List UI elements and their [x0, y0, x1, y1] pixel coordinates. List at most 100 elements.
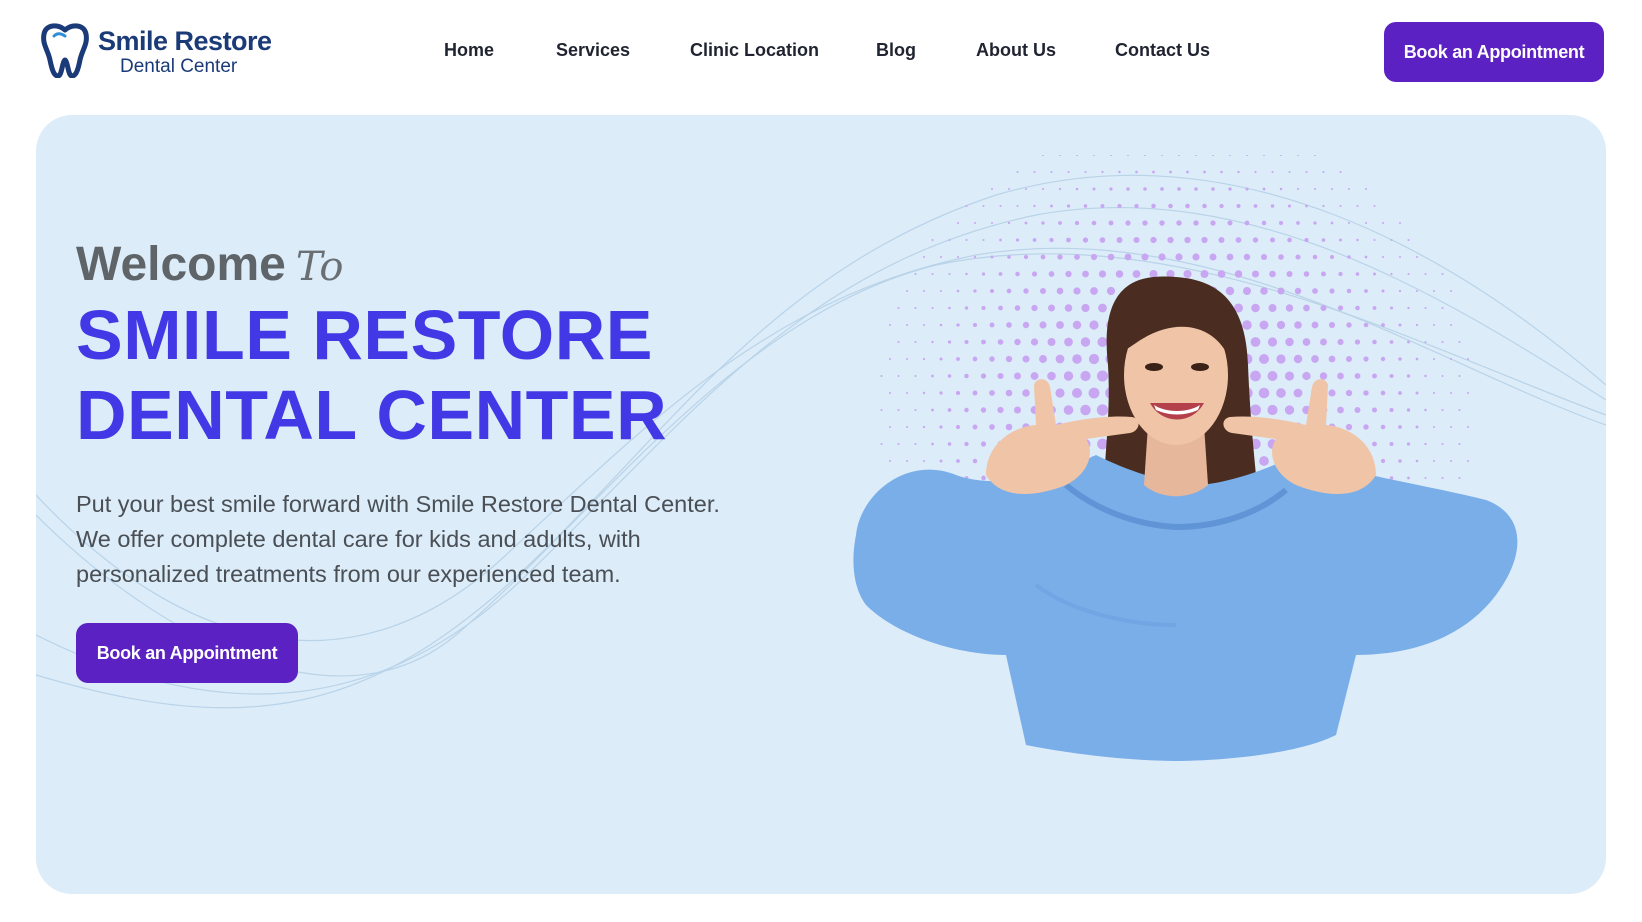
- halftone-dot: [1398, 391, 1402, 395]
- halftone-dot: [1117, 203, 1122, 209]
- halftone-dot: [1243, 253, 1251, 261]
- halftone-dot: [1322, 204, 1325, 208]
- halftone-dot: [1285, 337, 1294, 347]
- welcome-script-text: To: [295, 244, 344, 290]
- halftone-dot: [1314, 155, 1316, 156]
- brand-logo[interactable]: Smile Restore Dental Center: [40, 22, 280, 82]
- halftone-dot: [1089, 320, 1099, 330]
- halftone-dot: [1305, 171, 1308, 173]
- halftone-dot: [897, 375, 900, 377]
- halftone-dot: [1330, 221, 1334, 225]
- halftone-dot: [897, 307, 900, 309]
- halftone-dot: [1390, 272, 1393, 276]
- halftone-dot: [922, 425, 926, 429]
- halftone-dot: [1134, 203, 1139, 209]
- nav-blog[interactable]: Blog: [876, 40, 916, 61]
- halftone-dot: [1031, 271, 1038, 277]
- halftone-dot: [1356, 205, 1359, 207]
- halftone-dot: [989, 322, 995, 328]
- woman-illustration: [853, 276, 1518, 761]
- halftone-dot: [991, 188, 993, 190]
- halftone-dot: [1278, 254, 1284, 260]
- halftone-dot: [1013, 406, 1022, 414]
- halftone-dot: [1407, 340, 1410, 344]
- halftone-dot: [1250, 370, 1261, 382]
- halftone-dot: [1262, 187, 1266, 191]
- halftone-dot: [1415, 323, 1419, 327]
- halftone-dot: [1363, 390, 1369, 396]
- nav-home[interactable]: Home: [444, 40, 494, 61]
- halftone-dot: [1254, 170, 1257, 174]
- halftone-dot: [1042, 155, 1044, 156]
- nav-clinic-location[interactable]: Clinic Location: [690, 40, 819, 61]
- halftone-dot: [1101, 170, 1104, 174]
- halftone-dot: [1398, 459, 1402, 463]
- halftone-dot: [1006, 288, 1012, 294]
- halftone-dot: [1088, 387, 1100, 399]
- halftone-dot: [931, 340, 934, 344]
- halftone-dot: [1083, 204, 1088, 208]
- halftone-dot: [1398, 425, 1402, 429]
- halftone-dot: [1415, 459, 1419, 463]
- halftone-dot: [1407, 476, 1410, 480]
- halftone-dot: [1006, 322, 1012, 328]
- halftone-dot: [1337, 372, 1344, 380]
- halftone-dot: [964, 339, 969, 345]
- halftone-dot: [1328, 389, 1336, 397]
- halftone-dot: [1276, 320, 1286, 330]
- halftone-dot: [1271, 171, 1274, 173]
- halftone-dot: [1253, 204, 1258, 208]
- halftone-dot: [1007, 221, 1011, 225]
- halftone-dot: [947, 408, 952, 412]
- halftone-dot: [1320, 338, 1327, 346]
- halftone-dot: [1467, 426, 1469, 428]
- halftone-dot: [914, 409, 917, 411]
- halftone-dot: [1048, 271, 1055, 277]
- halftone-dot: [940, 290, 942, 292]
- halftone-dot: [1049, 237, 1054, 243]
- halftone-dot: [1441, 307, 1444, 309]
- halftone-dot: [980, 407, 987, 413]
- halftone-dot: [1118, 170, 1121, 174]
- hero-title-line-2: DENTAL CENTER: [76, 376, 668, 454]
- halftone-dot: [998, 305, 1003, 311]
- halftone-dot: [1441, 443, 1444, 445]
- halftone-dot: [897, 409, 900, 411]
- halftone-dot: [955, 424, 961, 430]
- halftone-dot: [1432, 425, 1436, 429]
- halftone-dot: [1330, 255, 1334, 259]
- halftone-dot: [991, 222, 993, 224]
- halftone-dot: [1212, 155, 1214, 156]
- halftone-dot: [1424, 340, 1427, 344]
- halftone-dot: [1220, 170, 1223, 174]
- halftone-dot: [1126, 187, 1130, 191]
- nav-about-us[interactable]: About Us: [976, 40, 1056, 61]
- halftone-dot: [1242, 320, 1252, 330]
- halftone-dot: [1365, 222, 1367, 224]
- halftone-dot: [1169, 170, 1172, 174]
- halftone-dot: [997, 372, 1004, 380]
- halftone-dot: [1302, 338, 1311, 346]
- halftone-dot: [1072, 320, 1082, 330]
- halftone-dot: [1144, 155, 1146, 156]
- halftone-dot: [997, 406, 1004, 414]
- halftone-dot: [1424, 477, 1427, 479]
- halftone-dot: [1347, 255, 1351, 259]
- nav-contact-us[interactable]: Contact Us: [1115, 40, 1210, 61]
- halftone-dot: [1381, 289, 1385, 293]
- halftone-dot: [1312, 288, 1318, 294]
- header-book-appointment-button[interactable]: Book an Appointment: [1384, 22, 1604, 82]
- halftone-dot: [923, 290, 925, 292]
- halftone-dot: [1373, 239, 1376, 241]
- halftone-dot: [1235, 237, 1242, 243]
- halftone-dot: [1098, 270, 1107, 278]
- halftone-dot: [1074, 254, 1080, 260]
- hero-book-appointment-button[interactable]: Book an Appointment: [76, 623, 298, 683]
- nav-services[interactable]: Services: [556, 40, 630, 61]
- halftone-dot: [1364, 255, 1368, 259]
- halftone-dot: [1331, 188, 1333, 190]
- halftone-dot: [1152, 170, 1155, 174]
- halftone-dot: [1339, 171, 1342, 173]
- halftone-dot: [948, 306, 951, 310]
- halftone-dot: [1041, 221, 1045, 225]
